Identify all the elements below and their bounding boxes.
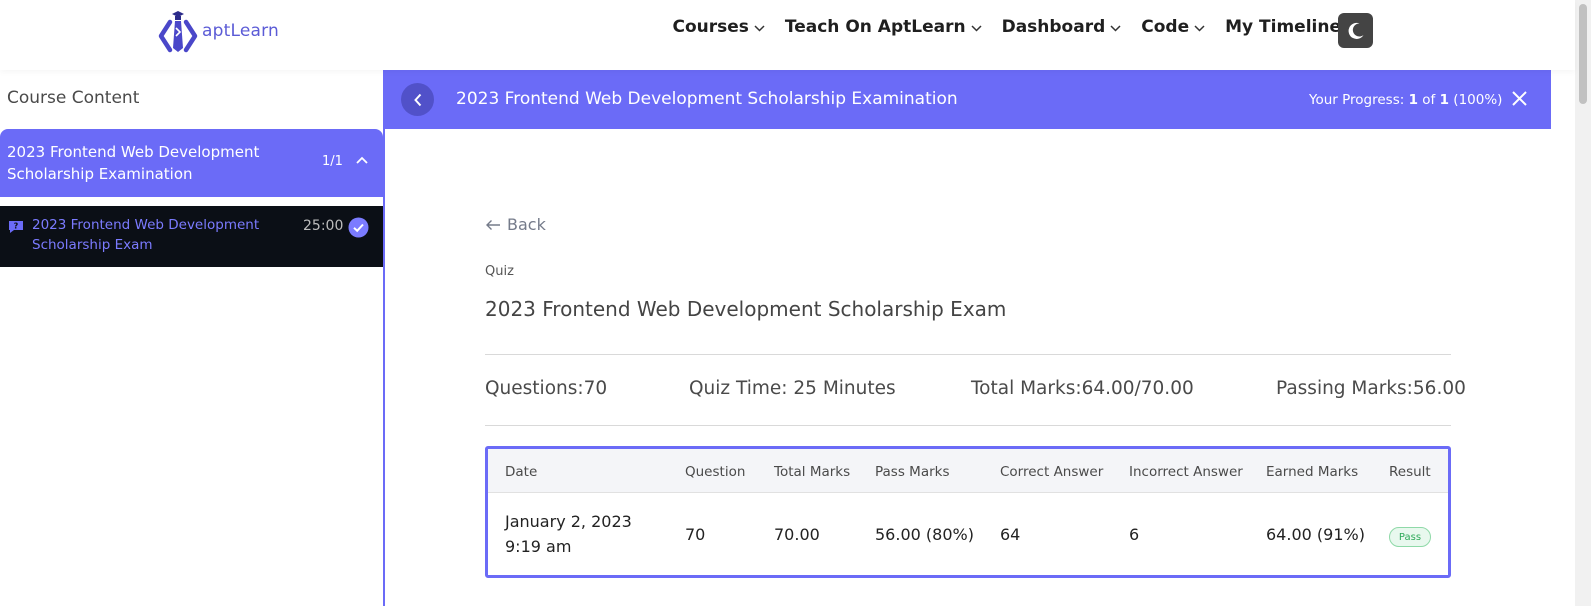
arrow-left-icon — [486, 219, 500, 230]
chevron-left-icon — [413, 93, 421, 106]
th-correct-answer: Correct Answer — [1000, 464, 1104, 480]
td-incorrect-answer: 6 — [1129, 525, 1140, 544]
td-earned-marks: 64.00 (91%) — [1266, 525, 1365, 544]
progress-of: of — [1422, 92, 1436, 108]
meta-questions: Questions:70 — [485, 378, 608, 399]
divider — [485, 425, 1451, 426]
topic-title: 2023 Frontend Web Development Scholarshi… — [7, 143, 260, 183]
nav-courses-label: Courses — [672, 17, 749, 37]
divider — [485, 354, 1451, 355]
page-scrollbar[interactable] — [1575, 0, 1591, 606]
lesson-duration: 25:00 — [303, 218, 344, 234]
quiz-main: Back Quiz 2023 Frontend Web Development … — [385, 129, 1551, 606]
sidebar-heading: Course Content — [7, 88, 140, 108]
main-nav: Courses Teach On AptLearn Dashboard Code… — [652, 17, 1357, 37]
th-pass-marks: Pass Marks — [875, 464, 950, 480]
attempts-table: Date Question Total Marks Pass Marks Cor… — [485, 446, 1451, 578]
close-icon[interactable] — [1511, 90, 1528, 107]
meta-passing-marks: Passing Marks:56.00 — [1276, 378, 1466, 399]
scrollbar-thumb[interactable] — [1579, 4, 1587, 104]
course-header-bar: 2023 Frontend Web Development Scholarshi… — [385, 70, 1551, 129]
chevron-down-icon — [754, 24, 765, 32]
chevron-down-icon — [1110, 24, 1121, 32]
course-title: 2023 Frontend Web Development Scholarshi… — [456, 89, 958, 109]
quiz-icon: ? — [9, 221, 23, 233]
course-sidebar: Course Content 2023 Frontend Web Develop… — [0, 70, 385, 606]
chevron-down-icon — [1194, 24, 1205, 32]
quiz-type-label: Quiz — [485, 264, 514, 279]
th-date: Date — [505, 464, 538, 480]
th-earned-marks: Earned Marks — [1266, 464, 1359, 480]
chevron-up-icon[interactable] — [356, 156, 368, 164]
brand-logo[interactable]: aptLearn — [158, 8, 279, 54]
back-link[interactable]: Back — [485, 215, 546, 234]
top-navbar: aptLearn Courses Teach On AptLearn Dashb… — [0, 0, 1575, 70]
td-pass-marks: 56.00 (80%) — [875, 525, 974, 544]
progress-percent: (100%) — [1453, 92, 1503, 108]
chevron-down-icon — [971, 24, 982, 32]
nav-code[interactable]: Code — [1141, 17, 1205, 37]
check-circle-icon — [348, 217, 369, 238]
td-date: January 2, 2023 — [505, 512, 632, 531]
sidebar-topic[interactable]: 2023 Frontend Web Development Scholarshi… — [0, 129, 383, 197]
nav-code-label: Code — [1141, 17, 1190, 37]
progress-label: Your Progress: — [1309, 92, 1405, 108]
result-badge: Pass — [1389, 527, 1431, 547]
nav-my-timeline-label: My Timeline — [1225, 17, 1341, 37]
sidebar-lesson[interactable]: ? 2023 Frontend Web Development Scholars… — [0, 206, 383, 267]
topic-count: 1/1 — [322, 154, 343, 169]
td-time: 9:19 am — [505, 537, 572, 556]
aptlearn-logo-icon — [158, 11, 198, 53]
nav-courses[interactable]: Courses — [672, 17, 765, 37]
th-question: Question — [685, 464, 746, 480]
theme-toggle-button[interactable] — [1338, 13, 1373, 48]
svg-text:?: ? — [14, 222, 19, 231]
brand-name: aptLearn — [202, 21, 279, 41]
quiz-title: 2023 Frontend Web Development Scholarshi… — [485, 297, 1007, 321]
td-total-marks: 70.00 — [774, 525, 820, 544]
sidebar-toggle-button[interactable] — [401, 83, 434, 116]
meta-quiz-time: Quiz Time: 25 Minutes — [689, 378, 896, 399]
th-incorrect-answer: Incorrect Answer — [1129, 464, 1243, 480]
nav-dashboard-label: Dashboard — [1001, 17, 1106, 37]
th-total-marks: Total Marks — [774, 464, 851, 480]
nav-dashboard[interactable]: Dashboard — [1002, 17, 1122, 37]
course-progress: Your Progress: 1 of 1 (100%) — [1309, 92, 1502, 108]
nav-teach-label: Teach On AptLearn — [784, 17, 966, 37]
moon-icon — [1348, 22, 1363, 39]
table-header: Date Question Total Marks Pass Marks Cor… — [488, 449, 1448, 493]
progress-current: 1 — [1408, 92, 1418, 108]
th-result: Result — [1389, 464, 1431, 480]
nav-teach[interactable]: Teach On AptLearn — [785, 17, 982, 37]
back-label: Back — [507, 215, 546, 234]
td-correct-answer: 64 — [1000, 525, 1021, 544]
td-question: 70 — [685, 525, 706, 544]
meta-total-marks: Total Marks:64.00/70.00 — [971, 378, 1194, 399]
lesson-title: 2023 Frontend Web Development Scholarshi… — [32, 217, 260, 253]
progress-total: 1 — [1439, 92, 1449, 108]
